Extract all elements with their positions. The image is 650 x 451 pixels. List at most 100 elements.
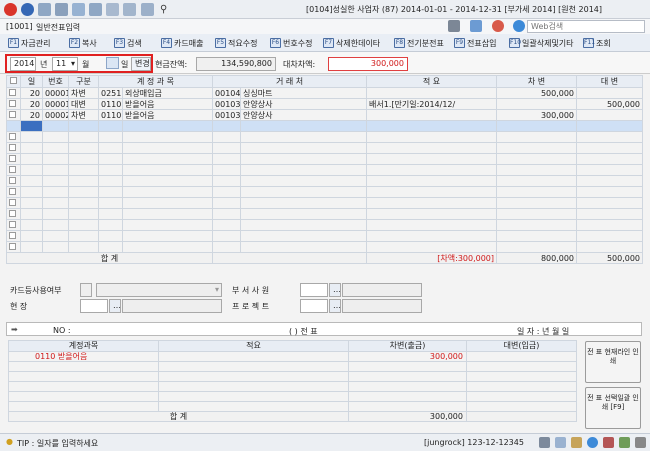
- cash-balance-value: 134,590,800: [196, 57, 276, 71]
- empty-row[interactable]: [6, 142, 644, 154]
- menu-number-edit[interactable]: F6 번호수정: [270, 37, 312, 49]
- voucher-type-label: ( ) 전 표: [289, 327, 318, 336]
- menu-card-sales[interactable]: F4 카드매출: [161, 37, 203, 49]
- department-code-input[interactable]: [300, 283, 328, 297]
- col-day[interactable]: 일: [20, 75, 43, 88]
- screen-title: 일반전표입력: [36, 23, 81, 32]
- lightbulb-icon: ●: [6, 437, 13, 446]
- status-bar: ● TIP : 일자를 입력하세요 [jungrock] 123-12-1234…: [0, 433, 650, 451]
- row-checkbox[interactable]: [9, 88, 16, 96]
- col-type[interactable]: 구분: [68, 75, 99, 88]
- row-checkbox[interactable]: [9, 99, 16, 107]
- table-row-selected[interactable]: [6, 120, 644, 132]
- voucher-detail-grid: 계정과목 적요 차변(출금) 대변(입금) 0110 받을어음 300,000 …: [8, 340, 577, 422]
- menu-copy[interactable]: F2 복사: [69, 37, 97, 49]
- screen-code: [1001]: [6, 22, 33, 31]
- site-code-input[interactable]: [80, 299, 108, 313]
- menu-prior-voucher[interactable]: F8 전기분전표: [394, 37, 444, 49]
- col-debit[interactable]: 차 변: [496, 75, 578, 88]
- department-search-button[interactable]: …: [329, 283, 341, 297]
- empty-row[interactable]: [6, 208, 644, 220]
- empty-row[interactable]: [8, 361, 577, 372]
- row-checkbox[interactable]: [9, 110, 16, 118]
- table-row[interactable]: 20 00001 대변 0110 받을어음 00103 안양상사 배서1.[만기일:20…: [6, 98, 644, 110]
- project-label: 프 로 젝 트: [232, 302, 270, 311]
- web-search-input[interactable]: [527, 20, 645, 33]
- search-window-icon[interactable]: [106, 3, 119, 16]
- table-row[interactable]: 20 00001 차변 0251 외상매입금 00104 싱싱마트 500,000: [6, 87, 644, 99]
- menu-memo-edit[interactable]: F5 적요수정: [215, 37, 257, 49]
- col-account[interactable]: 계 정 과 목: [97, 75, 214, 88]
- menu-search[interactable]: F3 검색: [114, 37, 142, 49]
- info-icon[interactable]: [587, 437, 598, 448]
- site-search-button[interactable]: …: [109, 299, 121, 313]
- menu-inquiry[interactable]: F11 조회: [583, 37, 611, 49]
- screen-title-row: [1001] 일반전표입력: [0, 19, 650, 34]
- tools-icon[interactable]: [448, 20, 460, 32]
- empty-row[interactable]: [6, 241, 644, 253]
- day-label: 일: [121, 60, 129, 69]
- camera-icon[interactable]: [539, 437, 550, 448]
- menu-bulk-delete[interactable]: F10 일괄삭제및기타: [509, 37, 574, 49]
- card-usage-checkbox[interactable]: [80, 283, 92, 297]
- list-item[interactable]: 0110 받을어음 300,000: [8, 351, 577, 362]
- voucher-date-label: 일 자 : 년 월 일: [517, 327, 570, 336]
- menu-fund[interactable]: F1 자금관리: [8, 37, 50, 49]
- calendar-icon[interactable]: [106, 57, 119, 69]
- table-row[interactable]: 20 00002 차변 0110 받을어음 00103 안양상사 300,000: [6, 109, 644, 121]
- empty-rows: [6, 131, 644, 253]
- menu-insert-voucher[interactable]: F9 전표삽입: [454, 37, 496, 49]
- folder-icon[interactable]: [571, 437, 582, 448]
- sum-debit: 800,000: [496, 252, 578, 264]
- voucher-header-bar: ➡ NO : ( ) 전 표 일 자 : 년 월 일: [6, 322, 642, 336]
- col-customer[interactable]: 거 래 처: [212, 75, 368, 88]
- close-icon[interactable]: [4, 3, 17, 16]
- print-selected-button[interactable]: 전 표 선택일괄 인 쇄 [F9]: [585, 387, 641, 429]
- col-number[interactable]: 번호: [42, 75, 69, 88]
- month-select[interactable]: 11 ▾: [52, 57, 78, 71]
- pin-icon[interactable]: ⚲: [160, 3, 173, 16]
- empty-row[interactable]: [8, 371, 577, 382]
- empty-row[interactable]: [6, 175, 644, 187]
- calendar-icon[interactable]: [470, 20, 482, 32]
- project-code-input[interactable]: [300, 299, 328, 313]
- card-usage-select[interactable]: ▾: [96, 283, 222, 297]
- print-current-line-button[interactable]: 전 표 현재라인 인 쇄: [585, 341, 641, 383]
- empty-row[interactable]: [6, 153, 644, 165]
- status-tip: TIP : 일자를 입력하세요: [17, 439, 99, 448]
- empty-row[interactable]: [6, 219, 644, 231]
- calc-icon[interactable]: [89, 3, 102, 16]
- settings-icon[interactable]: [635, 437, 646, 448]
- menu-deleted-data[interactable]: F7 삭제한데이타: [323, 37, 380, 49]
- empty-row[interactable]: [6, 197, 644, 209]
- globe-icon[interactable]: [513, 20, 525, 32]
- window-icon[interactable]: [555, 437, 566, 448]
- empty-rows: [8, 361, 577, 412]
- empty-row[interactable]: [6, 186, 644, 198]
- col-credit[interactable]: 대 변: [576, 75, 644, 88]
- report-icon[interactable]: [141, 3, 154, 16]
- chat-icon[interactable]: [619, 437, 630, 448]
- lock-icon[interactable]: [603, 437, 614, 448]
- empty-row[interactable]: [6, 131, 644, 143]
- year-field[interactable]: 2014: [10, 57, 36, 71]
- alert-icon[interactable]: [492, 20, 504, 32]
- help-icon[interactable]: [21, 3, 34, 16]
- select-all-checkbox[interactable]: [6, 75, 21, 88]
- site-name-field: [122, 299, 222, 313]
- col-memo[interactable]: 적 요: [366, 75, 498, 88]
- voucher-grid: 일 번호 구분 계 정 과 목 거 래 처 적 요 차 변 대 변 20 0000…: [5, 75, 644, 264]
- save-icon[interactable]: [72, 3, 85, 16]
- empty-row[interactable]: [6, 164, 644, 176]
- empty-row[interactable]: [8, 401, 577, 412]
- home-icon[interactable]: [38, 3, 51, 16]
- change-button[interactable]: 변경: [131, 57, 151, 71]
- print-icon[interactable]: [55, 3, 68, 16]
- project-search-button[interactable]: …: [329, 299, 341, 313]
- empty-row[interactable]: [8, 381, 577, 392]
- filter-bar: 2014 년 11 ▾ 월 일 변경 현금잔액: 134,590,800 대차차액…: [0, 52, 650, 74]
- window-icon[interactable]: [123, 3, 136, 16]
- status-user: [jungrock] 123-12-12345: [424, 438, 524, 447]
- empty-row[interactable]: [8, 391, 577, 402]
- empty-row[interactable]: [6, 230, 644, 242]
